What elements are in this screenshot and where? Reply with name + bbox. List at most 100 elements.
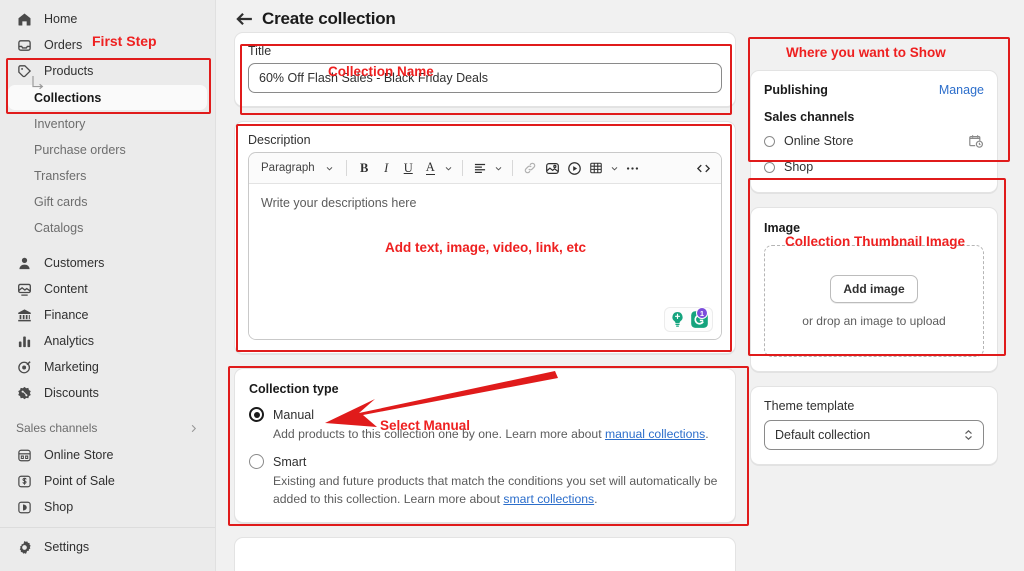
publishing-title: Publishing	[764, 83, 828, 97]
toolbar-separator	[461, 160, 463, 176]
sidebar: Home Orders Products Collections Invento…	[0, 0, 216, 571]
sidebar-item-gift-cards[interactable]: Gift cards	[8, 189, 207, 214]
collection-type-card: Collection type Manual Add products to t…	[234, 368, 736, 523]
image-dropzone[interactable]: Add image or drop an image to upload	[764, 245, 984, 357]
publishing-header: Publishing Manage	[764, 83, 984, 97]
sidebar-item-transfers[interactable]: Transfers	[8, 163, 207, 188]
link-icon[interactable]	[520, 157, 541, 179]
sidebar-section-sales-channels[interactable]: Sales channels	[8, 415, 207, 441]
lightbulb-icon[interactable]	[668, 310, 687, 329]
back-arrow-icon[interactable]	[234, 8, 256, 30]
sidebar-item-orders[interactable]: Orders	[8, 32, 207, 58]
align-chevron-down-icon[interactable]	[492, 157, 505, 179]
channel-checkbox-shop[interactable]	[764, 161, 775, 173]
table-chevron-down-icon[interactable]	[608, 157, 621, 179]
bold-button[interactable]: B	[354, 157, 375, 179]
sidebar-item-label: Point of Sale	[44, 474, 115, 488]
theme-template-select[interactable]: Default collection	[764, 420, 984, 450]
smart-help-before: Existing and future products that match …	[273, 474, 718, 506]
paragraph-style-select[interactable]: Paragraph	[256, 157, 339, 179]
channel-checkbox-online-store[interactable]	[764, 135, 775, 147]
manual-collections-link[interactable]: manual collections	[605, 427, 705, 441]
sidebar-item-point-of-sale[interactable]: Point of Sale	[8, 468, 207, 494]
sidebar-item-label: Content	[44, 282, 88, 296]
products-tag-icon	[16, 63, 33, 80]
text-color-button[interactable]: A	[420, 157, 441, 179]
title-field-label: Title	[248, 44, 272, 58]
radio-smart-label: Smart	[273, 454, 307, 469]
align-left-icon[interactable]	[470, 157, 491, 179]
manual-help-after: .	[705, 427, 709, 441]
code-icon[interactable]	[693, 157, 714, 179]
channel-label: Online Store	[784, 134, 854, 148]
radio-manual-label: Manual	[273, 407, 314, 422]
sidebar-item-discounts[interactable]: Discounts	[8, 380, 207, 406]
sidebar-item-label: Analytics	[44, 334, 95, 348]
manage-link[interactable]: Manage	[939, 83, 984, 97]
sidebar-item-label: Inventory	[34, 116, 86, 131]
sidebar-item-customers[interactable]: Customers	[8, 250, 207, 276]
add-image-button[interactable]: Add image	[830, 274, 918, 303]
sidebar-item-label: Transfers	[34, 168, 87, 183]
smart-collections-link[interactable]: smart collections	[503, 492, 594, 506]
collection-type-smart-row[interactable]: Smart	[249, 454, 721, 470]
sidebar-item-inventory[interactable]: Inventory	[8, 111, 207, 136]
image-card: Image Add image or drop an image to uplo…	[750, 207, 998, 372]
sidebar-item-content[interactable]: Content	[8, 276, 207, 302]
marketing-target-icon	[16, 359, 33, 376]
text-color-label: A	[425, 159, 435, 176]
channel-row-shop[interactable]: Shop	[764, 156, 984, 178]
more-ellipsis-icon[interactable]	[622, 157, 643, 179]
editor-body[interactable]: Write your descriptions here 1	[249, 184, 721, 339]
italic-button[interactable]: I	[376, 157, 397, 179]
radio-smart[interactable]	[249, 454, 264, 470]
online-store-icon	[16, 447, 33, 464]
sidebar-item-collections[interactable]: Collections	[8, 76, 207, 110]
radio-manual[interactable]	[249, 407, 264, 422]
italic-label: I	[384, 160, 389, 175]
image-icon[interactable]	[542, 157, 563, 179]
content-media-icon	[16, 281, 33, 298]
description-label: Description	[248, 133, 311, 147]
sidebar-item-marketing[interactable]: Marketing	[8, 354, 207, 380]
underline-label: U	[403, 160, 413, 175]
editor-toolbar: Paragraph B I U A	[249, 153, 721, 184]
sidebar-item-home[interactable]: Home	[8, 6, 207, 32]
channel-label: Shop	[784, 160, 814, 174]
sidebar-item-label: Collections	[34, 90, 102, 105]
sidebar-item-analytics[interactable]: Analytics	[8, 328, 207, 354]
sidebar-item-purchase-orders[interactable]: Purchase orders	[8, 137, 207, 162]
text-color-chevron-down-icon[interactable]	[442, 157, 455, 179]
schedule-calendar-clock-icon[interactable]	[968, 133, 984, 149]
sidebar-item-finance[interactable]: Finance	[8, 302, 207, 328]
collection-type-manual-row[interactable]: Manual	[249, 407, 721, 422]
sidebar-item-online-store[interactable]: Online Store	[8, 442, 207, 468]
underline-button[interactable]: U	[398, 157, 419, 179]
sidebar-item-settings[interactable]: Settings	[8, 534, 207, 560]
point-of-sale-icon	[16, 473, 33, 490]
smart-help-text: Existing and future products that match …	[273, 473, 721, 508]
sidebar-item-shop[interactable]: Shop	[8, 494, 207, 520]
manual-help-before: Add products to this collection one by o…	[273, 427, 605, 441]
collection-title-input[interactable]	[248, 63, 722, 93]
collection-type-title: Collection type	[249, 382, 339, 396]
sidebar-item-catalogs[interactable]: Catalogs	[8, 215, 207, 240]
chevron-down-icon	[326, 166, 333, 170]
theme-template-card: Theme template Default collection	[750, 386, 998, 465]
smart-help-after: .	[594, 491, 598, 506]
channel-row-online-store[interactable]: Online Store	[764, 130, 984, 152]
sidebar-item-label: Online Store	[44, 448, 114, 462]
title-card: Title	[234, 32, 736, 107]
grammarly-widget[interactable]: 1	[664, 307, 713, 332]
sidebar-item-products[interactable]: Products	[8, 58, 207, 84]
sidebar-section-label: Sales channels	[16, 421, 98, 435]
video-icon[interactable]	[564, 157, 585, 179]
description-card: Description Paragraph B I U A Write your…	[234, 121, 736, 354]
table-icon[interactable]	[586, 157, 607, 179]
sidebar-item-label: Gift cards	[34, 194, 88, 209]
sidebar-item-label: Shop	[44, 500, 74, 514]
theme-template-label: Theme template	[764, 399, 855, 413]
sidebar-item-label: Marketing	[44, 360, 99, 374]
bold-label: B	[360, 160, 369, 175]
